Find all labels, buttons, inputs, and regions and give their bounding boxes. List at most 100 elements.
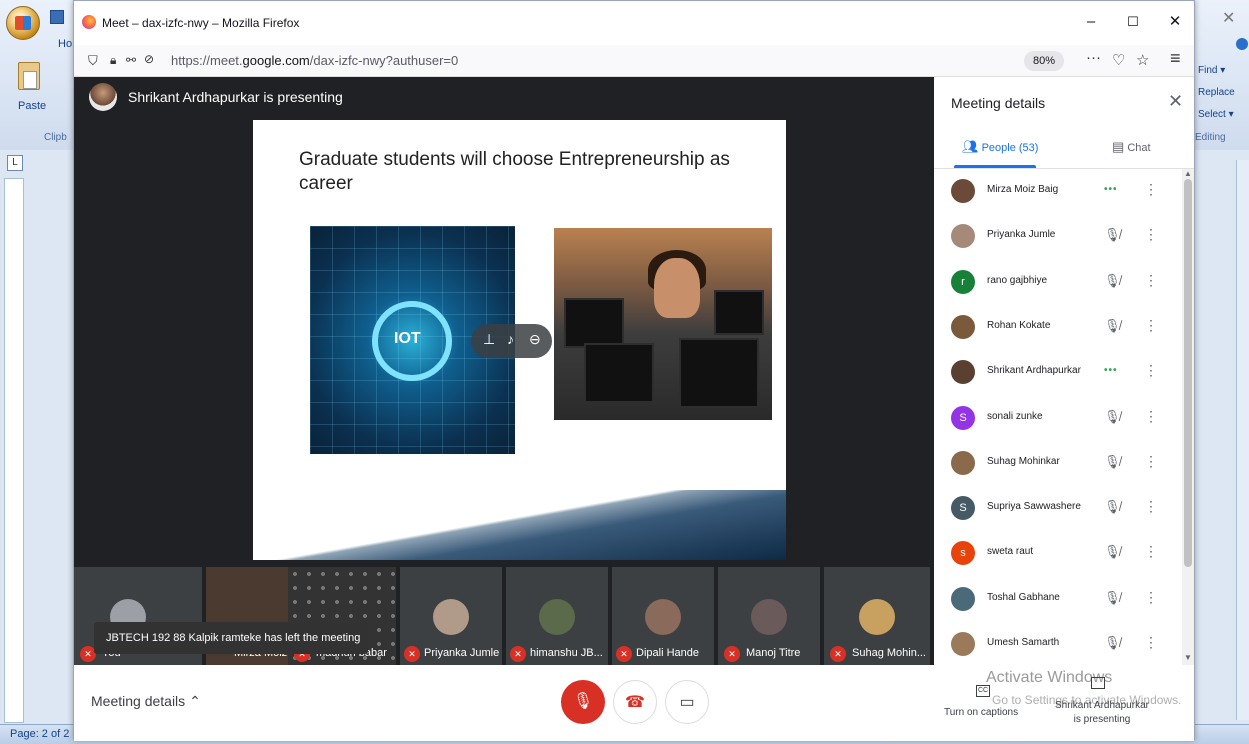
word-scrollbar[interactable]	[1236, 160, 1249, 720]
more-vert-icon[interactable]: ⋮	[1144, 634, 1158, 651]
mic-off-icon[interactable]: 🎙︎̸	[1104, 590, 1121, 606]
participant-row[interactable]: Umesh Samarth 🎙︎̸ ⋮	[934, 622, 1182, 665]
mic-off-icon[interactable]: 🎙︎̸	[1104, 635, 1121, 651]
word-close-icon[interactable]: ✕	[1222, 8, 1235, 28]
participant-row[interactable]: Shrikant Ardhapurkar ••• ⋮	[934, 350, 1182, 395]
select-button[interactable]: Select ▾	[1198, 104, 1249, 126]
participant-row[interactable]: Ssonali zunke 🎙︎̸ ⋮	[934, 396, 1182, 441]
captions-button-label[interactable]: Turn on captions	[944, 707, 1018, 718]
avatar	[433, 599, 469, 635]
talking-indicator-icon: •••	[1104, 184, 1118, 195]
camera-blocked-icon[interactable]: ⊘	[144, 52, 154, 66]
mic-off-icon[interactable]: 🎙︎̸	[1104, 227, 1121, 243]
more-vert-icon[interactable]: ⋮	[1144, 317, 1158, 334]
more-vert-icon[interactable]: ⋮	[1144, 408, 1158, 425]
captions-icon[interactable]: CC	[976, 685, 990, 697]
mic-off-icon[interactable]: 🎙︎̸	[1104, 454, 1121, 470]
maximize-button[interactable]: ☐	[1118, 11, 1148, 33]
participant-name: sonali zunke	[987, 410, 1043, 422]
remove-icon[interactable]: ⊖	[529, 331, 541, 348]
pin-icon[interactable]: ⊥	[483, 331, 495, 348]
minimize-button[interactable]: –	[1076, 11, 1106, 33]
participant-row[interactable]: Priyanka Jumle 🎙︎̸ ⋮	[934, 214, 1182, 259]
replace-button[interactable]: Replace	[1198, 82, 1249, 104]
avatar: S	[951, 496, 975, 521]
participant-name: Shrikant Ardhapurkar	[987, 365, 1081, 377]
paste-button[interactable]	[10, 62, 50, 122]
mic-off-icon[interactable]: 🎙︎̸	[1104, 318, 1121, 334]
more-vert-icon[interactable]: ⋮	[1144, 362, 1158, 379]
permissions-icon[interactable]: ⚯	[126, 53, 136, 67]
participant-row[interactable]: Rohan Kokate 🎙︎̸ ⋮	[934, 305, 1182, 350]
word-tab-home[interactable]: Ho	[58, 38, 72, 50]
more-actions-icon[interactable]: ···	[1086, 49, 1101, 66]
microphone-toggle-button[interactable]: 🎙︎	[561, 680, 605, 724]
participant-name: rano gajbhiye	[987, 274, 1048, 286]
tile-priyanka[interactable]: ✕ Priyanka Jumle	[400, 567, 502, 665]
participant-row[interactable]: Suhag Mohinkar 🎙︎̸ ⋮	[934, 441, 1182, 486]
panel-title: Meeting details	[951, 95, 1046, 111]
help-icon[interactable]	[1236, 38, 1248, 50]
mic-off-icon[interactable]: 🎙︎̸	[1104, 409, 1121, 425]
mic-icon[interactable]: ♪	[507, 331, 514, 347]
office-button[interactable]	[6, 6, 40, 40]
zoom-indicator[interactable]: 80%	[1024, 51, 1064, 71]
participant-row[interactable]: s sweta raut 🎙︎̸ ⋮	[934, 531, 1182, 576]
mic-off-icon[interactable]: 🎙︎̸	[1104, 544, 1121, 560]
more-vert-icon[interactable]: ⋮	[1144, 543, 1158, 560]
tab-stop-selector[interactable]: L	[7, 155, 23, 171]
more-vert-icon[interactable]: ⋮	[1144, 226, 1158, 243]
more-vert-icon[interactable]: ⋮	[1144, 272, 1158, 289]
more-vert-icon[interactable]: ⋮	[1144, 589, 1158, 606]
participant-row[interactable]: r rano gajbhiye 🎙︎̸ ⋮	[934, 260, 1182, 305]
tile-hover-controls[interactable]: ⊥ ♪ ⊖	[471, 324, 552, 358]
close-panel-icon[interactable]: ✕	[1168, 91, 1183, 112]
tab-chat[interactable]: ▤ Chat	[1112, 139, 1151, 155]
tile-himanshu[interactable]: ✕ himanshu JB...	[506, 567, 608, 665]
lock-icon[interactable]: 🔒︎	[110, 53, 116, 68]
tab-people[interactable]: 👥︎ People (53)	[962, 139, 1038, 155]
participant-row[interactable]: Mirza Moiz Baig ••• ⋮	[934, 169, 1182, 214]
scroll-up-icon[interactable]: ▲	[1184, 169, 1192, 178]
find-button[interactable]: Find ▾	[1198, 60, 1249, 82]
leave-call-button[interactable]: ☎︎	[613, 680, 657, 724]
avatar: S	[951, 405, 975, 430]
presenting-text: Shrikant Ardhapurkar is presenting	[128, 89, 343, 105]
tile-manoj[interactable]: ✕ Manoj Titre	[718, 567, 820, 665]
close-button[interactable]: ✕	[1160, 11, 1190, 33]
mic-off-icon: ✕	[724, 646, 740, 662]
end-call-icon: ☎︎	[625, 694, 645, 711]
more-vert-icon[interactable]: ⋮	[1144, 498, 1158, 515]
presenting-banner: Shrikant Ardhapurkar is presenting	[74, 77, 934, 117]
title-bar: Meet – dax-izfc-nwy – Mozilla Firefox – …	[74, 1, 1194, 45]
meeting-details-panel: Meeting details ✕ 👥︎ People (53) ▤ Chat …	[934, 77, 1194, 665]
avatar	[951, 450, 975, 475]
screen: Ho Paste Clipb Find ▾ Replace Select ▾ E…	[0, 0, 1249, 744]
menu-icon[interactable]: ≡	[1170, 48, 1181, 69]
meeting-details-toggle[interactable]: Meeting details ⌃	[91, 693, 201, 710]
tile-name: himanshu JB...	[530, 647, 603, 659]
participant-list-scrollbar[interactable]: ▲ ▼	[1182, 169, 1194, 665]
participant-row[interactable]: Toshal Gabhane 🎙︎̸ ⋮	[934, 577, 1182, 622]
pocket-icon[interactable]: ♡	[1112, 51, 1125, 69]
participant-name: Priyanka Jumle	[987, 229, 1056, 241]
url-bar[interactable]: https://meet.google.com/dax-izfc-nwy?aut…	[171, 53, 458, 68]
presenter-status-label[interactable]: Shrikant Ardhapurkar is presenting	[1052, 699, 1152, 727]
save-icon[interactable]	[50, 10, 64, 24]
more-vert-icon[interactable]: ⋮	[1144, 181, 1158, 198]
tile-suhag[interactable]: ✕ Suhag Mohin...	[824, 567, 930, 665]
presenter-avatar	[89, 83, 117, 111]
present-screen-icon[interactable]	[1091, 677, 1105, 689]
camera-toggle-button[interactable]: ▭	[665, 680, 709, 724]
bookmark-star-icon[interactable]: ☆	[1136, 51, 1149, 69]
mic-off-icon[interactable]: 🎙︎̸	[1104, 273, 1121, 289]
participant-row[interactable]: S Supriya Sawwashere 🎙︎̸ ⋮	[934, 486, 1182, 531]
mic-off-icon: 🎙︎	[572, 693, 594, 710]
mic-off-icon[interactable]: 🎙︎̸	[1104, 499, 1121, 515]
tile-dipali[interactable]: ✕ Dipali Hande	[612, 567, 714, 665]
scrollbar-thumb[interactable]	[1184, 179, 1192, 567]
tracking-shield-icon[interactable]: ⛉	[88, 53, 98, 69]
tile-name: Priyanka Jumle	[424, 647, 500, 659]
scroll-down-icon[interactable]: ▼	[1184, 653, 1192, 662]
more-vert-icon[interactable]: ⋮	[1144, 453, 1158, 470]
